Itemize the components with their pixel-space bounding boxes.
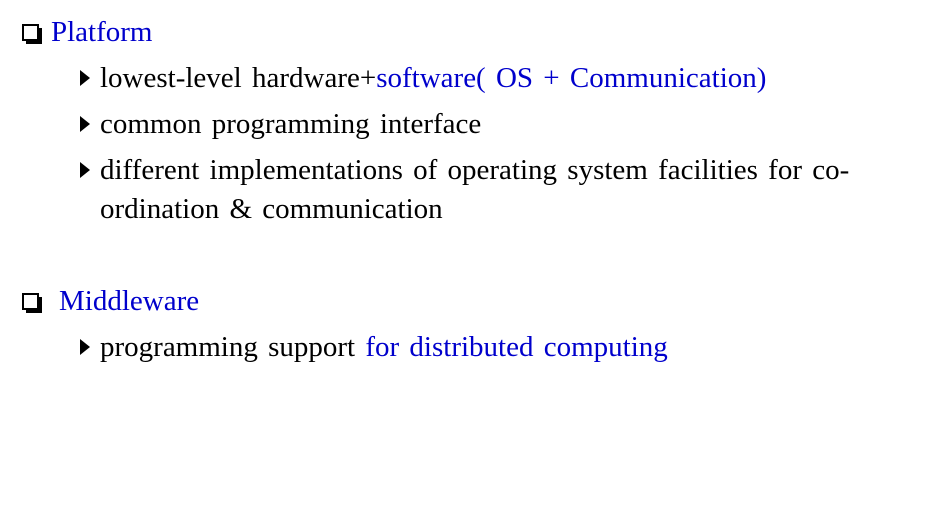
list-item: different implementations of operating s… bbox=[80, 150, 849, 190]
section-title: Middleware bbox=[59, 285, 200, 317]
slide: Platform lowest-level hardware+software(… bbox=[0, 0, 929, 509]
bullet-text-part: lowest-level hardware+ bbox=[100, 62, 377, 94]
bullet-text: programming support for distributed comp… bbox=[100, 327, 668, 367]
triangle-right-icon bbox=[80, 116, 90, 132]
list-item: lowest-level hardware+software( OS + Com… bbox=[80, 58, 766, 98]
checkbox-square-icon bbox=[22, 293, 42, 313]
triangle-right-icon bbox=[80, 162, 90, 178]
bullet-text-part: common programming interface bbox=[100, 108, 482, 140]
bullet-text-part: different implementations of operating s… bbox=[100, 154, 850, 186]
list-item: common programming interface bbox=[80, 104, 481, 144]
triangle-right-icon bbox=[80, 339, 90, 355]
bullet-text-part-highlight: software( OS + Communication) bbox=[376, 62, 767, 94]
bullet-text-part-highlight: for distributed computing bbox=[365, 331, 668, 363]
section-heading-platform: Platform bbox=[22, 18, 153, 47]
section-title: Platform bbox=[51, 16, 153, 48]
bullet-text: lowest-level hardware+software( OS + Com… bbox=[100, 58, 766, 98]
bullet-text: ordination & communication bbox=[100, 189, 443, 229]
triangle-right-icon bbox=[80, 70, 90, 86]
checkbox-square-icon bbox=[22, 24, 42, 44]
list-item-continuation: ordination & communication bbox=[100, 189, 443, 229]
list-item: programming support for distributed comp… bbox=[80, 327, 668, 367]
bullet-text: different implementations of operating s… bbox=[100, 150, 849, 190]
bullet-text-part: ordination & communication bbox=[100, 193, 443, 225]
bullet-text: common programming interface bbox=[100, 104, 481, 144]
section-heading-middleware: Middleware bbox=[22, 287, 199, 316]
bullet-text-part: programming support bbox=[100, 331, 366, 363]
